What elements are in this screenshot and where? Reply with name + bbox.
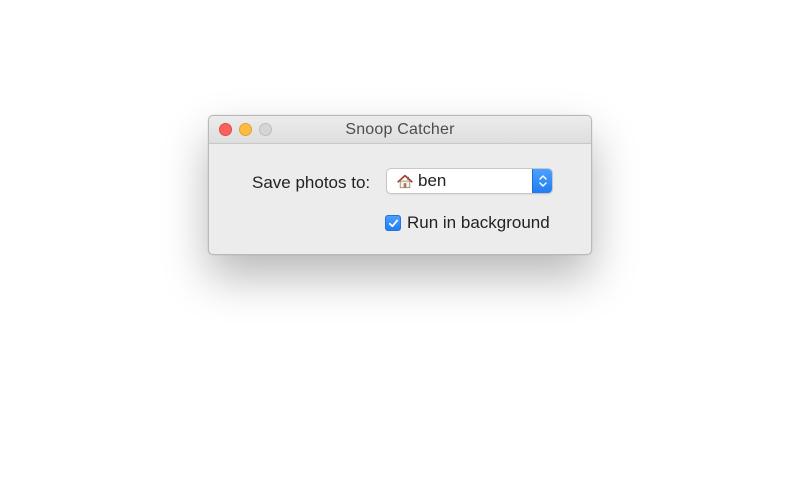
save-location-popup[interactable]: ben	[386, 168, 553, 194]
checkmark-icon	[388, 219, 398, 227]
save-location-value: ben	[397, 171, 446, 191]
preferences-panel: Save photos to: ben Run in background	[209, 144, 591, 256]
run-in-background-option[interactable]: Run in background	[385, 213, 550, 233]
app-window: Snoop Catcher Save photos to: ben Run in…	[208, 115, 592, 255]
home-icon	[397, 174, 413, 189]
chevron-updown-icon	[538, 175, 547, 187]
run-in-background-checkbox[interactable]	[385, 215, 401, 231]
popup-stepper[interactable]	[532, 169, 552, 193]
title-bar[interactable]: Snoop Catcher	[209, 116, 591, 144]
run-in-background-label: Run in background	[407, 213, 550, 232]
window-title: Snoop Catcher	[345, 121, 455, 138]
save-location-text: ben	[418, 171, 447, 190]
save-photos-label: Save photos to:	[252, 173, 371, 192]
